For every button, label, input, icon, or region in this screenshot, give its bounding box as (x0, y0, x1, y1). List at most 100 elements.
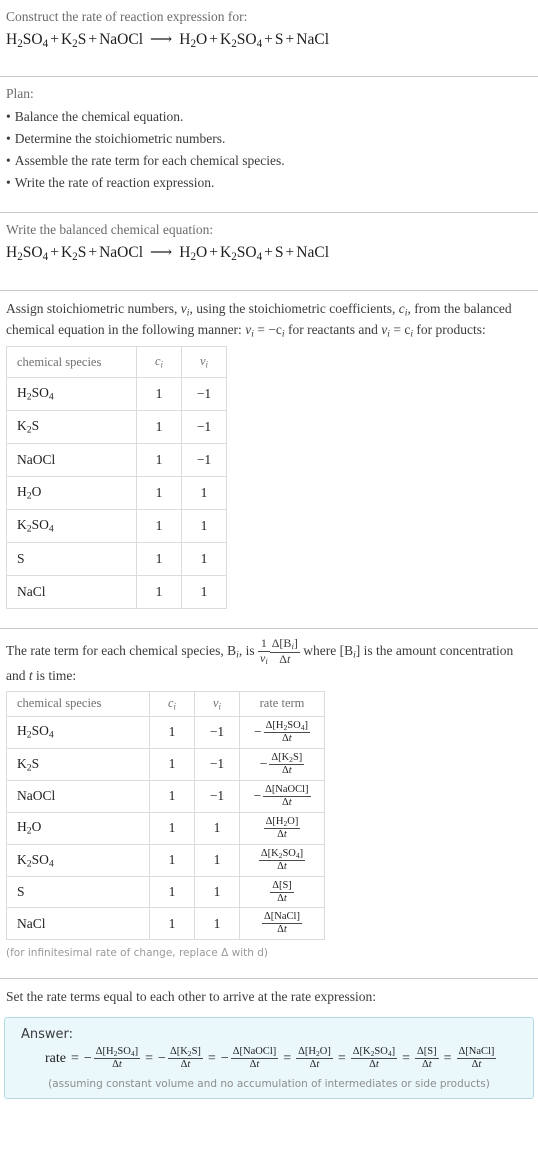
reaction-arrow-icon: ⟶ (150, 30, 173, 48)
fraction-numerator: Δ[S] (270, 879, 294, 893)
plan-title: Plan: (6, 86, 34, 102)
table-row: K2S 1 −1 − Δ[K2S] Δt (6, 747, 325, 782)
stoich-intro-b: , using the stoichiometric coefficients, (189, 300, 399, 316)
fraction-numerator: Δ[Bi] (269, 636, 300, 653)
formula-s: S (274, 244, 284, 262)
fraction-denominator: Δt (309, 1059, 320, 1071)
cell-ci: 1 (149, 747, 195, 782)
table-row: S 1 1 Δ[S] Δt (6, 875, 325, 909)
stoichiometry-section: Assign stoichiometric numbers, νi , using… (0, 291, 538, 619)
formula-k2s: K2S (60, 30, 87, 50)
rate-fraction: Δ[NaOCl] Δt (230, 1046, 279, 1071)
cell-ci: 1 (136, 377, 182, 412)
table-row: S 1 1 (6, 542, 227, 577)
rate-fraction: Δ[S] Δt (415, 1046, 439, 1071)
formula-h2so4: H2SO4 (6, 30, 49, 50)
cell-species: H2O (6, 811, 150, 845)
header-equation: H2SO4 + K2S + NaOCl ⟶ H2O + K2SO4 + S + NaCl (6, 30, 330, 50)
stoichiometry-intro: Assign stoichiometric numbers, νi, using… (0, 291, 538, 342)
rate-intro-b: , is (238, 642, 258, 658)
header-section: Construct the rate of reaction expressio… (0, 0, 538, 67)
cell-vi: −1 (194, 747, 240, 782)
plan-item-label: Assemble the rate term for each chemical… (14, 152, 285, 168)
cell-vi: 1 (194, 875, 240, 909)
fraction-denominator: Δt (249, 1058, 260, 1070)
column-header-species: chemical species (6, 346, 137, 379)
cell-ci: 1 (136, 575, 182, 610)
fraction-denominator: Δt (277, 828, 287, 840)
table-row: NaCl 1 1 (6, 575, 227, 610)
plan-list: • Balance the chemical equation. • Determi… (0, 106, 538, 193)
cell-rate-term: − Δ[NaOCl] Δt (239, 780, 325, 813)
equals-sign: = (145, 1050, 154, 1066)
negative-sign: − (158, 1050, 166, 1066)
rate-fraction: Δ[H2SO4] Δt (263, 719, 310, 745)
cell-species: NaCl (6, 575, 137, 610)
plan-item-label: Balance the chemical equation. (14, 109, 184, 125)
formula-nacl: NaCl (296, 30, 330, 48)
cell-ci: 1 (136, 509, 182, 544)
bullet-icon: • (6, 152, 11, 168)
table-header-row: chemical species ci νi (6, 346, 227, 379)
fraction-numerator: Δ[H2SO4] (263, 719, 310, 734)
negative-sign: − (254, 724, 262, 740)
rate-fraction: Δ[K2SO4] Δt (258, 848, 306, 873)
formula-naocl: NaOCl (99, 30, 144, 48)
rate-fraction: Δ[K2SO4] Δt (350, 1046, 398, 1071)
fraction-denominator: Δt (369, 1059, 379, 1071)
cell-species: S (6, 542, 137, 577)
table-header: chemical species ci νi rate term (6, 691, 325, 717)
rate-word: rate (45, 1050, 66, 1066)
plan-section: Plan: • Balance the chemical equation. • D… (0, 77, 538, 203)
fraction-numerator: Δ[S] (415, 1046, 439, 1059)
cell-species: NaOCl (6, 780, 150, 813)
cell-ci: 1 (149, 843, 195, 877)
table-row: K2SO4 1 1 Δ[K2SO4] Δt (6, 843, 325, 877)
rate-table-footnote: (for infinitesimal rate of change, repla… (6, 946, 268, 959)
rate-fraction: Δ[K2S] Δt (269, 752, 305, 777)
column-header-vi: νi (181, 346, 227, 379)
formula-s: S (274, 30, 284, 48)
rate-term-table: chemical species ci νi rate term H2SO4 1… (6, 691, 325, 940)
fraction-denominator: Δt (281, 765, 292, 777)
cell-vi: 1 (181, 476, 227, 511)
fraction-denominator: νi (259, 650, 268, 666)
cell-rate-term: − Δ[H2SO4] Δt (239, 715, 325, 749)
cell-rate-term: Δ[H2O] Δt (239, 811, 325, 845)
rate-term-intro: The rate term for each chemical species,… (0, 629, 538, 687)
formula-naocl: NaOCl (99, 244, 144, 262)
cell-species: NaCl (6, 907, 150, 940)
cell-species: NaOCl (6, 443, 137, 478)
formula-nacl: NaCl (296, 244, 330, 262)
table-row: H2O 1 1 Δ[H2O] Δt (6, 811, 325, 845)
cell-species: K2SO4 (6, 509, 137, 544)
fraction-numerator: Δ[H2O] (296, 1045, 333, 1060)
cell-ci: 1 (149, 780, 195, 813)
table-row: K2S 1 −1 (6, 410, 227, 445)
stoich-eq2: = c (389, 322, 411, 338)
table-row: NaOCl 1 −1 − Δ[NaOCl] Δt (6, 780, 325, 813)
cell-rate-term: Δ[NaCl] Δt (239, 907, 325, 940)
table-row: H2SO4 1 −1 (6, 377, 227, 412)
stoich-intro-a: Assign stoichiometric numbers, (6, 300, 181, 316)
rate-fraction: Δ[NaCl] Δt (456, 1046, 497, 1071)
table-row: H2SO4 1 −1 − Δ[H2SO4] Δt (6, 715, 325, 749)
rate-fraction: Δ[S] Δt (270, 880, 294, 905)
fraction-denominator: Δt (281, 733, 292, 745)
answer-note: (assuming constant volume and no accumul… (48, 1077, 490, 1090)
delta-b-over-delta-t-fraction: Δ[Bi] Δt (269, 636, 300, 666)
cell-species: S (6, 875, 150, 909)
cell-ci: 1 (149, 875, 195, 909)
fraction-denominator: Δt (277, 892, 287, 904)
rate-intro-e: is time: (32, 668, 77, 684)
plan-item: • Assemble the rate term for each chemica… (6, 150, 532, 172)
one-over-nu-fraction: 1 νi (257, 636, 270, 666)
rate-fraction: Δ[K2S] Δt (167, 1046, 203, 1071)
column-header-ci: ci (136, 346, 182, 379)
negative-sign: − (220, 1050, 229, 1066)
cell-vi: 1 (194, 907, 240, 940)
bullet-icon: • (6, 174, 11, 190)
stoichiometry-table: chemical species ci νi H2SO4 1 −1 K2S 1 … (6, 346, 227, 610)
negative-sign: − (253, 788, 262, 804)
cell-vi: −1 (181, 377, 227, 412)
